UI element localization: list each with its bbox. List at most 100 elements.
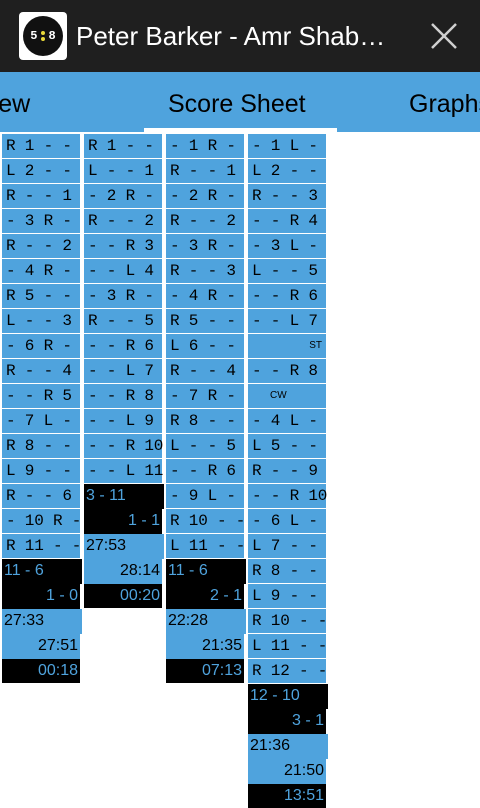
rally-row: R - - 4 <box>166 359 244 383</box>
stroke-marker: ST <box>248 334 326 358</box>
rally-row: L 11 - - <box>248 634 327 658</box>
rally-row: - 4 R - <box>2 259 80 283</box>
rally-row: - - L 4 <box>84 259 162 283</box>
rally-row: L - - 3 <box>2 309 80 333</box>
rally-row: - - R 6 <box>84 334 162 358</box>
rally-row: R - - 4 <box>2 359 80 383</box>
end-time: 21:50 <box>248 759 326 784</box>
rally-row: - - L 11 <box>84 459 163 483</box>
game-result: 11 - 6 <box>166 559 246 584</box>
rally-row: R 10 - - <box>248 609 327 633</box>
rally-row: R 5 - - <box>166 309 244 333</box>
end-time: 28:14 <box>84 559 162 584</box>
rally-row: L 2 - - <box>2 159 80 183</box>
rally-row: - - R 6 <box>248 284 326 308</box>
rally-row: R 1 - - <box>2 134 80 158</box>
game-duration: 00:20 <box>84 584 162 608</box>
rally-row: R 1 - - <box>84 134 162 158</box>
close-icon[interactable] <box>426 18 462 54</box>
rally-row: - 3 R - <box>84 284 162 308</box>
rally-row: - - L 9 <box>84 409 162 433</box>
tab-graphs[interactable]: Graphs <box>409 72 480 132</box>
rally-row: - 7 L - <box>2 409 80 433</box>
logo-dots-icon <box>40 29 46 43</box>
rally-row: R - - 3 <box>248 184 326 208</box>
rally-row: L 9 - - <box>2 459 80 483</box>
rally-row: L - - 5 <box>248 259 326 283</box>
end-time: 21:35 <box>166 634 244 659</box>
tab-overview[interactable]: Overview <box>0 72 30 132</box>
page-title: Peter Barker - Amr Shabana <box>76 20 394 51</box>
rally-row: R - - 9 <box>248 459 326 483</box>
rally-row: R 8 - - <box>248 559 326 583</box>
rally-row: - - L 7 <box>248 309 326 333</box>
rally-row: - 4 L - <box>248 409 326 433</box>
rally-row: - 4 R - <box>166 284 244 308</box>
rally-row: L 6 - - <box>166 334 244 358</box>
rally-row: - 1 L - <box>248 134 326 158</box>
start-time: 21:36 <box>248 734 328 759</box>
rally-row: - - R 5 <box>2 384 80 408</box>
rally-row: - - L 7 <box>84 359 162 383</box>
rally-row: - - R 8 <box>248 359 326 383</box>
rally-row: L 2 - - <box>248 159 326 183</box>
rally-row: R - - 1 <box>166 159 244 183</box>
tab-score-sheet[interactable]: Score Sheet <box>168 72 306 132</box>
tab-selected-indicator <box>144 128 337 132</box>
rally-row: R 5 - - <box>2 284 80 308</box>
rally-row: R - - 5 <box>84 309 162 333</box>
rally-row: L 11 - - <box>166 534 245 558</box>
conduct-warning-marker: CW <box>248 384 326 408</box>
match-score: 2 - 1 <box>166 584 244 609</box>
rally-row: R 8 - - <box>2 434 80 458</box>
rally-row: - - R 4 <box>248 209 326 233</box>
rally-row: - 6 R - <box>2 334 80 358</box>
rally-row: - - R 8 <box>84 384 162 408</box>
rally-row: R - - 1 <box>2 184 80 208</box>
game-duration: 00:18 <box>2 659 80 683</box>
start-time: 22:28 <box>166 609 246 634</box>
rally-row: - - R 10 <box>248 484 327 508</box>
rally-row: - 9 L - <box>166 484 244 508</box>
match-score: 3 - 1 <box>248 709 326 734</box>
rally-row: - 3 L - <box>248 234 326 258</box>
rally-row: R - - 6 <box>2 484 80 508</box>
rally-row: L 5 - - <box>248 434 326 458</box>
rally-row: - 3 R - <box>166 234 244 258</box>
match-score: 1 - 1 <box>84 509 162 534</box>
game-result: 12 - 10 <box>248 684 328 709</box>
rally-row: L 7 - - <box>248 534 326 558</box>
rally-row: - - R 3 <box>84 234 162 258</box>
rally-row: - 2 R - <box>84 184 162 208</box>
rally-row: R - - 2 <box>84 209 162 233</box>
rally-row: R 8 - - <box>166 409 244 433</box>
rally-row: L - - 5 <box>166 434 244 458</box>
game-duration: 13:51 <box>248 784 326 808</box>
rally-row: L 9 - - <box>248 584 326 608</box>
end-time: 27:51 <box>2 634 80 659</box>
rally-row: - 1 R - <box>166 134 244 158</box>
logo-digit-left: 5 <box>30 29 38 43</box>
rally-row: - - R 10 <box>84 434 163 458</box>
game-result: 11 - 6 <box>2 559 82 584</box>
start-time: 27:53 <box>84 534 164 559</box>
game-duration: 07:13 <box>166 659 244 683</box>
match-score: 1 - 0 <box>2 584 80 609</box>
rally-row: R 10 - - <box>166 509 245 533</box>
logo-digit-right: 8 <box>48 29 56 43</box>
tab-bar: Overview Score Sheet Graphs <box>0 72 480 132</box>
rally-row: - 6 L - <box>248 509 326 533</box>
rally-row: - 3 R - <box>2 209 80 233</box>
app-bar: 5 8 Peter Barker - Amr Shabana <box>0 0 480 72</box>
rally-row: - - R 6 <box>166 459 244 483</box>
rally-row: R - - 3 <box>166 259 244 283</box>
rally-row: R 11 - - <box>2 534 81 558</box>
rally-row: - 10 R - <box>2 509 81 533</box>
logo-disc: 5 8 <box>23 16 63 56</box>
rally-row: L - - 1 <box>84 159 162 183</box>
app-logo-icon[interactable]: 5 8 <box>19 12 67 60</box>
rally-row: - 7 R - <box>166 384 244 408</box>
start-time: 27:33 <box>2 609 82 634</box>
game-result: 3 - 11 <box>84 484 164 509</box>
rally-row: - 2 R - <box>166 184 244 208</box>
